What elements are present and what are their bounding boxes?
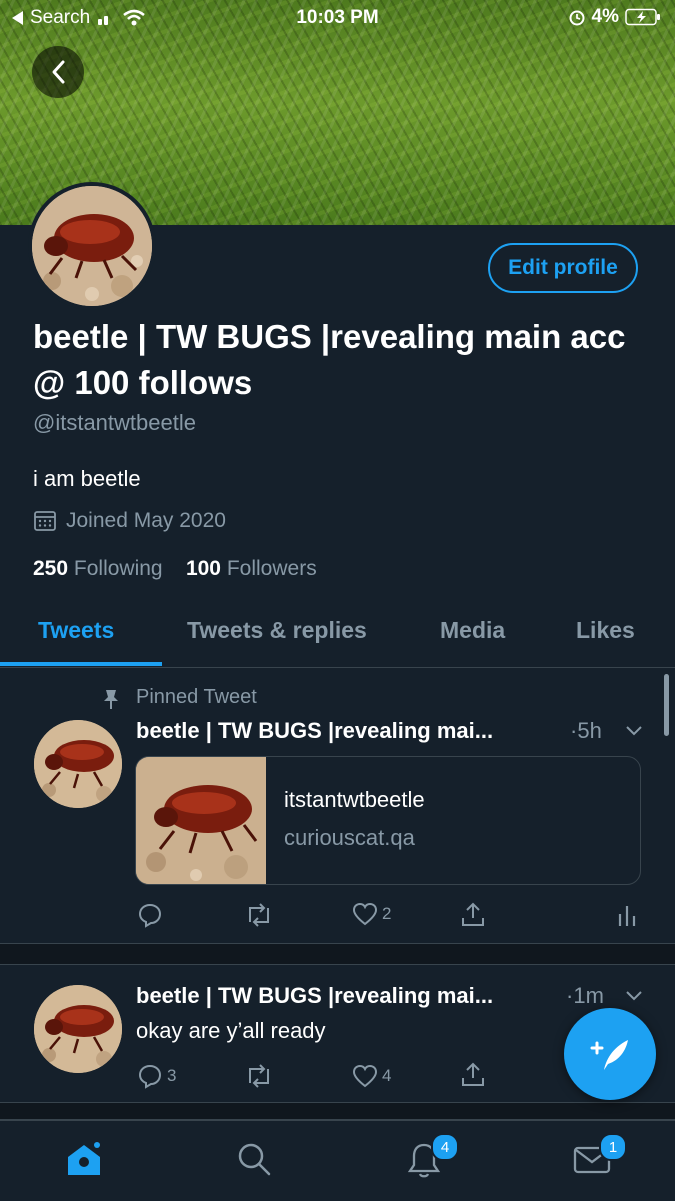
like-count: 4 (382, 1066, 392, 1085)
status-bar: Search 10:03 PM 4% (0, 0, 675, 36)
share-icon (462, 1062, 484, 1086)
edit-profile-button[interactable]: Edit profile (488, 243, 638, 293)
pin-icon (104, 690, 118, 709)
beetle-photo (34, 720, 122, 808)
calendar-icon (34, 511, 56, 531)
share-button[interactable] (460, 1060, 486, 1088)
bottom-navigation: 4 1 (0, 1120, 675, 1201)
tweet-author-name[interactable]: beetle | TW BUGS |revealing mai... (136, 983, 493, 1009)
retweet-icon (249, 1064, 269, 1088)
nav-search[interactable] (236, 1141, 272, 1177)
beetle-photo (34, 985, 122, 1073)
retweet-button[interactable] (244, 1063, 274, 1089)
followers-count: 100 (185, 557, 221, 580)
analytics-button[interactable] (617, 902, 637, 928)
tweet-timestamp: ·5h (570, 718, 602, 743)
link-card[interactable]: itstantwtbeetle curiouscat.qa (135, 756, 641, 885)
following-link[interactable]: 250 Following (33, 557, 163, 580)
tweet-avatar[interactable] (34, 720, 122, 808)
chevron-left-icon (52, 60, 65, 84)
link-card-thumbnail (136, 757, 266, 884)
followers-label: Followers (226, 557, 317, 580)
retweet-icon (249, 903, 269, 927)
tweet-divider (0, 943, 675, 965)
beetle-photo (32, 186, 152, 306)
share-button[interactable] (460, 900, 486, 928)
alarm-icon (569, 10, 585, 26)
reply-icon (138, 1064, 162, 1089)
like-button[interactable]: 2 (352, 902, 391, 926)
profile-tabs: Tweets Tweets & replies Media Likes (0, 605, 675, 668)
back-button[interactable] (32, 46, 84, 98)
analytics-icon (618, 906, 636, 926)
link-card-domain: curiouscat.qa (284, 825, 415, 850)
tweet-author-name[interactable]: beetle | TW BUGS |revealing mai... (136, 718, 493, 744)
compose-feather-icon (590, 1040, 628, 1070)
tweet-divider (0, 1102, 675, 1120)
tweet-timestamp: ·1m (566, 983, 604, 1008)
messages-badge: 1 (599, 1133, 627, 1161)
battery-charging-icon (625, 8, 660, 26)
home-icon (68, 1142, 100, 1175)
tweet-avatar[interactable] (34, 985, 122, 1073)
battery-percent: 4% (591, 6, 619, 27)
like-button[interactable]: 4 (352, 1064, 391, 1088)
profile-handle: @itstantwtbeetle (33, 410, 196, 435)
joined-date: Joined May 2020 (33, 509, 226, 533)
tab-tweets-replies[interactable]: Tweets & replies (187, 617, 367, 644)
chevron-down-icon[interactable] (625, 990, 643, 1002)
profile-avatar[interactable] (28, 182, 156, 310)
tweet-time-value: 5h (577, 718, 602, 743)
like-count: 2 (382, 904, 392, 923)
following-label: Following (73, 557, 163, 580)
link-card-title: itstantwtbeetle (284, 787, 425, 812)
followers-link[interactable]: 100 Followers (186, 557, 317, 580)
search-icon (238, 1143, 271, 1176)
reply-button[interactable]: 3 (137, 1063, 176, 1089)
pinned-label: Pinned Tweet (136, 686, 257, 708)
reply-button[interactable] (137, 902, 163, 928)
heart-icon (352, 1064, 378, 1088)
notifications-badge: 4 (431, 1133, 459, 1161)
tab-likes[interactable]: Likes (576, 617, 635, 644)
profile-bio: i am beetle (33, 466, 141, 491)
joined-date-text: Joined May 2020 (66, 509, 226, 532)
heart-icon (352, 902, 378, 926)
compose-tweet-button[interactable] (564, 1008, 656, 1100)
beetle-photo (136, 757, 266, 884)
follow-counts: 250 Following 100 Followers (33, 557, 317, 581)
reply-icon (138, 903, 162, 928)
active-tab-indicator (0, 662, 162, 666)
tweet-text: okay are y’all ready (136, 1018, 326, 1043)
reply-count: 3 (167, 1066, 177, 1085)
chevron-down-icon[interactable] (625, 725, 643, 737)
tab-media[interactable]: Media (440, 617, 505, 644)
tweet-time-value: 1m (573, 983, 604, 1008)
share-icon (462, 902, 484, 926)
nav-home[interactable] (64, 1139, 104, 1179)
tab-tweets[interactable]: Tweets (38, 617, 114, 644)
following-count: 250 (33, 557, 69, 580)
retweet-button[interactable] (244, 902, 274, 928)
profile-display-name: beetle | TW BUGS |revealing main acc @ 1… (33, 318, 626, 401)
